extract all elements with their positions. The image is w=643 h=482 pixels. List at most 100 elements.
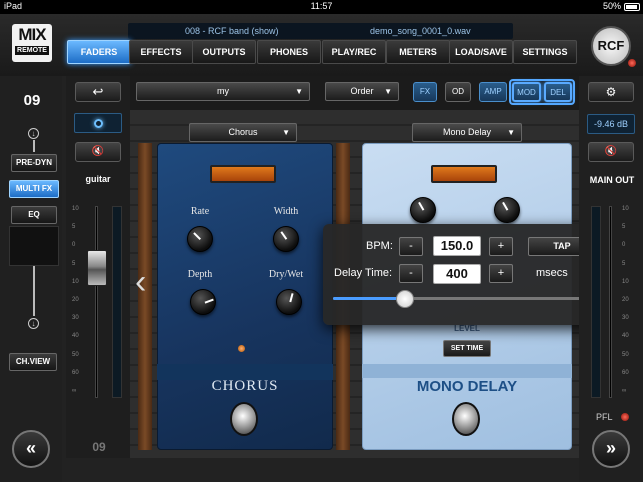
connection-led <box>628 59 636 67</box>
clock: 11:57 <box>310 1 333 11</box>
pfl-led[interactable] <box>621 413 629 421</box>
scale-tick-label: 10 <box>622 206 629 212</box>
scale-tick-label: 30 <box>72 315 79 322</box>
od-toggle[interactable]: OD <box>445 82 471 102</box>
delay-plus-button[interactable]: + <box>489 264 513 283</box>
tab-meters[interactable]: METERS <box>386 40 450 64</box>
slot2-effect-name: Mono Delay <box>442 127 492 137</box>
tab-effects[interactable]: EFFECTS <box>129 40 193 64</box>
delay-minus-button[interactable]: - <box>399 264 423 283</box>
main-level-meter <box>591 206 601 398</box>
slot1-effect-name: Chorus <box>228 127 258 137</box>
bpm-label: BPM: <box>366 240 393 252</box>
bpm-minus-button[interactable]: - <box>399 237 423 256</box>
scale-tick-label: 10 <box>72 278 79 285</box>
delay-time-value[interactable]: 400 <box>433 264 481 284</box>
scale-tick-label: 20 <box>622 297 629 303</box>
logo-mix-text: MIX <box>18 25 46 44</box>
tab-phones[interactable]: PHONES <box>257 40 321 64</box>
delay-led-window <box>431 165 497 183</box>
channel-mute-button[interactable]: 🔇 <box>75 142 121 162</box>
scale-tick-label: 5 <box>622 260 626 267</box>
pre-dyn-button[interactable]: PRE-DYN <box>11 154 57 172</box>
eq-button[interactable]: EQ <box>11 206 57 224</box>
channel-fader-handle[interactable] <box>87 249 107 286</box>
order-label: Order <box>350 86 374 96</box>
chorus-status-led <box>238 345 245 352</box>
rate-knob[interactable] <box>187 226 213 252</box>
processing-slot <box>9 226 59 266</box>
next-channel-button[interactable]: » <box>592 430 630 468</box>
tab-play-rec[interactable]: PLAY/REC <box>322 40 386 64</box>
gear-icon[interactable]: ⚙ <box>588 82 634 102</box>
fx-toggle[interactable]: FX <box>413 82 437 102</box>
scene-name: 008 - RCF band (show) <box>185 26 279 36</box>
amp-toggle[interactable]: AMP <box>479 82 507 102</box>
scale-tick-label: 0 <box>622 242 626 249</box>
tab-faders[interactable]: FADERS <box>67 40 131 64</box>
channel-name: guitar <box>85 174 111 184</box>
main-fader-scale: 10 5 0 5 10 20 30 40 50 60 ∞ <box>622 206 634 396</box>
chorus-pedal-name: CHORUS <box>211 378 279 394</box>
level-label: LEVEL <box>454 324 480 333</box>
width-label: Width <box>273 206 299 217</box>
chevron-down-icon: ▼ <box>295 87 303 96</box>
scale-tick-label: ∞ <box>72 388 77 394</box>
preset-dropdown[interactable]: my ▼ <box>136 82 310 101</box>
signal-line <box>33 140 35 152</box>
chorus-footswitch[interactable] <box>230 402 258 436</box>
scale-tick-label: 60 <box>72 369 79 376</box>
depth-label: Depth <box>187 269 213 280</box>
chevron-down-icon: ▼ <box>507 128 515 137</box>
scale-tick-label: 5 <box>622 224 626 231</box>
del-toggle[interactable]: DEL <box>544 82 572 102</box>
mod-toggle[interactable]: MOD <box>512 82 541 102</box>
arrow-down-icon: ↓ <box>28 128 39 139</box>
main-out-label: MAIN OUT <box>589 175 635 185</box>
delay-slider-track[interactable] <box>333 297 601 300</box>
scale-tick-label: 20 <box>72 297 79 303</box>
slot2-effect-dropdown[interactable]: Mono Delay ▼ <box>412 123 522 142</box>
scale-tick-label: 40 <box>622 333 629 340</box>
delay-divider <box>362 364 572 378</box>
rate-label: Rate <box>190 206 210 217</box>
order-dropdown[interactable]: Order ▼ <box>325 82 399 101</box>
multi-fx-button[interactable]: MULTI FX <box>9 180 59 198</box>
delay-knob-1[interactable] <box>410 197 436 223</box>
delay-knob-2[interactable] <box>494 197 520 223</box>
battery-icon <box>624 3 640 11</box>
bpm-plus-button[interactable]: + <box>489 237 513 256</box>
song-file-name: demo_song_0001_0.wav <box>370 26 471 36</box>
preset-name: my <box>217 86 229 96</box>
tab-outputs[interactable]: OUTPUTS <box>192 40 256 64</box>
chevron-left-icon[interactable]: ‹ <box>135 262 151 302</box>
ch-view-button[interactable]: CH.VIEW <box>9 353 57 371</box>
bpm-value[interactable]: 150.0 <box>433 236 481 256</box>
delay-time-label: Delay Time: <box>334 267 393 279</box>
chevron-down-icon: ▼ <box>282 128 290 137</box>
delay-slider-fill <box>333 297 406 300</box>
rcf-logo: RCF <box>591 26 631 66</box>
width-knob[interactable] <box>273 226 299 252</box>
depth-knob[interactable] <box>190 289 216 315</box>
scale-tick-label: 40 <box>72 333 79 340</box>
main-mute-button[interactable]: 🔇 <box>588 142 634 162</box>
prev-channel-button[interactable]: « <box>12 430 50 468</box>
delay-unit-label: msecs <box>536 267 568 279</box>
slot1-effect-dropdown[interactable]: Chorus ▼ <box>189 123 297 142</box>
mix-remote-logo: MIX REMOTE <box>12 24 52 62</box>
delay-footswitch[interactable] <box>452 402 480 436</box>
set-time-button[interactable]: SET TIME <box>443 340 491 357</box>
scale-tick-label: 5 <box>72 224 76 231</box>
arrow-down-icon: ↓ <box>28 318 39 329</box>
mix-remote-app: iPad 11:57 50% MIX REMOTE 008 - RCF band… <box>0 0 643 482</box>
scale-tick-label: 60 <box>622 369 629 376</box>
scale-tick-label: 10 <box>72 206 79 212</box>
pan-display[interactable] <box>74 113 122 133</box>
battery-label: 50% <box>602 1 621 11</box>
tab-load-save[interactable]: LOAD/SAVE <box>449 40 513 64</box>
back-button[interactable]: ↩ <box>75 82 121 102</box>
tab-settings[interactable]: SETTINGS <box>513 40 577 64</box>
dry-wet-knob[interactable] <box>276 289 302 315</box>
song-info-bar[interactable]: 008 - RCF band (show) demo_song_0001_0.w… <box>128 23 513 39</box>
